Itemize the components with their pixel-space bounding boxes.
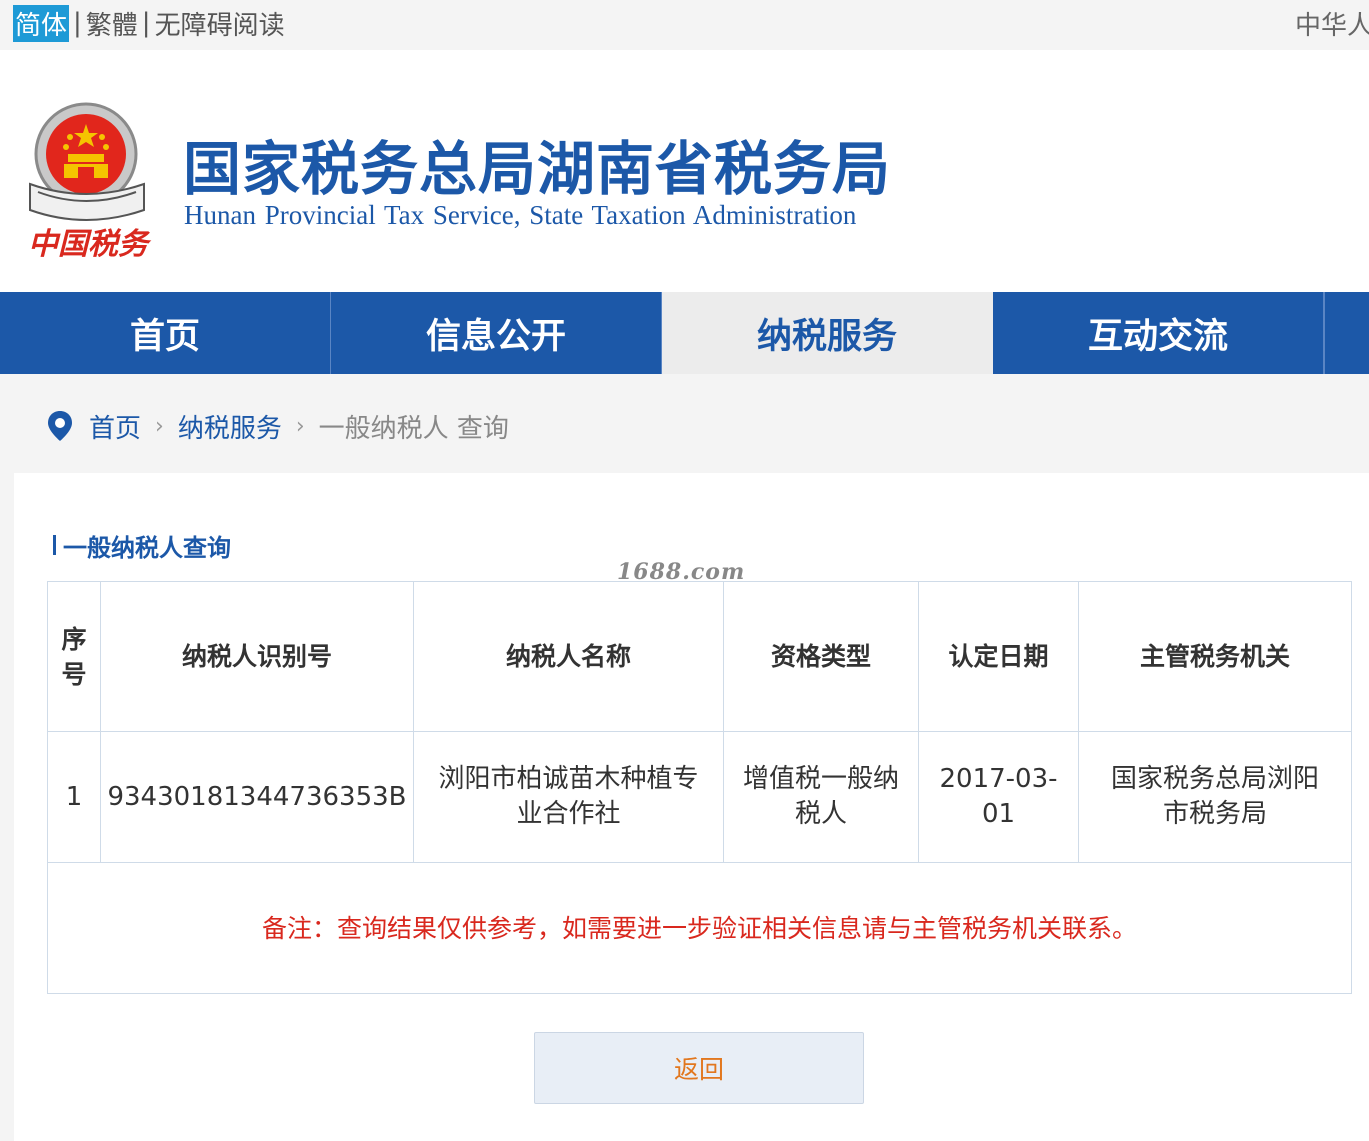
breadcrumb-home[interactable]: 首页 bbox=[89, 408, 141, 445]
cell-tax-authority: 国家税务总局浏阳市税务局 bbox=[1078, 731, 1352, 863]
separator: | bbox=[73, 8, 82, 38]
column-header-tax-authority: 主管税务机关 bbox=[1078, 581, 1352, 732]
cell-date: 2017-03-01 bbox=[918, 731, 1079, 863]
location-pin-icon bbox=[48, 411, 72, 441]
accessibility-link[interactable]: 无障碍阅读 bbox=[155, 5, 285, 42]
breadcrumb-section[interactable]: 纳税服务 bbox=[178, 408, 282, 445]
table-row: 1 93430181344736353B 浏阳市柏诚苗木种植专业合作社 增值税一… bbox=[47, 731, 1352, 863]
cell-taxpayer-name: 浏阳市柏诚苗木种植专业合作社 bbox=[413, 731, 724, 863]
logo-caption: 中国税务 bbox=[28, 227, 152, 262]
column-header-taxpayer-id: 纳税人识别号 bbox=[100, 581, 414, 732]
section-title: 一般纳税人查询 bbox=[53, 528, 231, 562]
site-subtitle: Hunan Provincial Tax Service, State Taxa… bbox=[184, 200, 857, 230]
top-bar: 简体 | 繁體 | 无障碍阅读 中华人 bbox=[0, 0, 1369, 50]
main-nav: 首页 信息公开 纳税服务 互动交流 bbox=[0, 292, 1369, 374]
nav-item-info-disclosure[interactable]: 信息公开 bbox=[331, 292, 662, 374]
site-header: 中国税务 国家税务总局湖南省税务局 Hunan Provincial Tax S… bbox=[0, 50, 1369, 292]
chevron-right-icon: › bbox=[295, 413, 305, 439]
site-title: 国家税务总局湖南省税务局 bbox=[183, 135, 892, 203]
simplified-chinese-link[interactable]: 简体 bbox=[13, 4, 70, 42]
column-header-date: 认定日期 bbox=[918, 581, 1079, 732]
nav-item-interaction[interactable]: 互动交流 bbox=[993, 292, 1324, 374]
chevron-right-icon: › bbox=[155, 413, 164, 439]
breadcrumb: 首页 › 纳税服务 › 一般纳税人 查询 bbox=[47, 407, 509, 445]
section-title-bar bbox=[53, 535, 56, 555]
nav-item-tax-service[interactable]: 纳税服务 bbox=[662, 292, 993, 374]
tax-emblem-logo: 中国税务 bbox=[28, 102, 152, 262]
nav-item-home[interactable]: 首页 bbox=[0, 292, 331, 374]
language-switch: 简体 | 繁體 | 无障碍阅读 bbox=[13, 4, 285, 42]
note-row: 备注：查询结果仅供参考，如需要进一步验证相关信息请与主管税务机关联系。 bbox=[47, 862, 1352, 994]
section-title-text: 一般纳税人查询 bbox=[63, 533, 231, 562]
traditional-chinese-link[interactable]: 繁體 bbox=[86, 5, 138, 42]
note-text: 备注：查询结果仅供参考，如需要进一步验证相关信息请与主管税务机关联系。 bbox=[47, 862, 1352, 994]
column-header-qualification-type: 资格类型 bbox=[723, 581, 919, 732]
top-right-link[interactable]: 中华人 bbox=[1295, 6, 1369, 41]
back-button[interactable]: 返回 bbox=[534, 1032, 864, 1104]
cell-taxpayer-id: 93430181344736353B bbox=[100, 731, 414, 863]
separator: | bbox=[141, 8, 151, 38]
table-header-row: 序号 纳税人识别号 纳税人名称 资格类型 认定日期 主管税务机关 bbox=[47, 581, 1352, 732]
result-table: 序号 纳税人识别号 纳税人名称 资格类型 认定日期 主管税务机关 1 93430… bbox=[47, 581, 1352, 994]
column-header-index: 序号 bbox=[47, 581, 101, 732]
column-header-taxpayer-name: 纳税人名称 bbox=[413, 581, 724, 732]
cell-qualification-type: 增值税一般纳税人 bbox=[723, 731, 919, 863]
breadcrumb-current: 一般纳税人 查询 bbox=[318, 413, 509, 444]
cell-index: 1 bbox=[47, 731, 101, 863]
nav-overflow bbox=[1324, 292, 1369, 374]
